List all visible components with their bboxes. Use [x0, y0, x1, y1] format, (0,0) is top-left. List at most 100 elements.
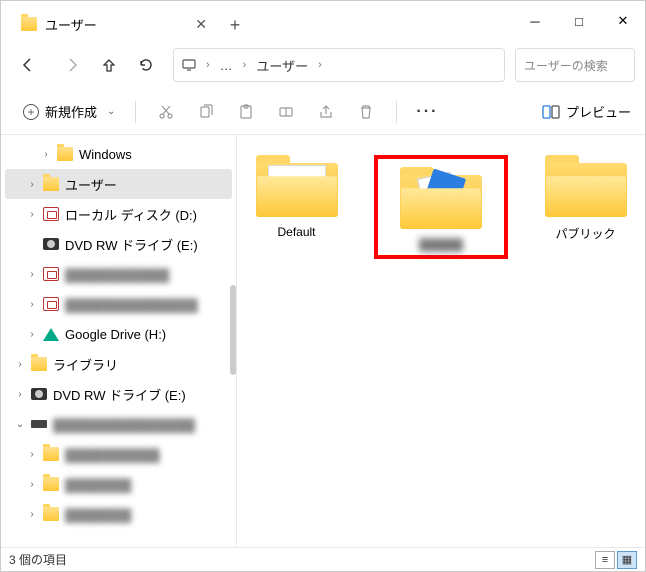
dvd-icon: [43, 238, 59, 250]
up-button[interactable]: [99, 48, 119, 82]
status-bar: 3 個の項目 ≡ ▦: [1, 547, 645, 571]
expand-arrow-icon[interactable]: ›: [27, 479, 37, 490]
new-label: 新規作成: [45, 102, 97, 121]
preview-toggle[interactable]: プレビュー: [542, 102, 631, 121]
tree-item-label: ▓▓▓▓▓▓▓▓▓▓▓▓▓▓▓: [53, 417, 195, 432]
folder-large-icon: [400, 167, 482, 229]
content-pane[interactable]: Default ▓▓▓▓▓ パブリック: [237, 135, 645, 547]
delete-button[interactable]: [348, 95, 384, 129]
expand-arrow-icon[interactable]: ›: [15, 359, 25, 370]
more-button[interactable]: ···: [409, 95, 445, 129]
tree-item[interactable]: › DVD RW ドライブ (E:): [1, 379, 236, 409]
expand-arrow-icon[interactable]: ›: [41, 149, 51, 160]
drive-icon: [43, 297, 59, 311]
expand-arrow-icon[interactable]: ›: [27, 269, 37, 280]
titlebar: ユーザー ✕ + ─ □ ✕: [1, 1, 645, 41]
tree-item-label: ▓▓▓▓▓▓▓: [65, 477, 131, 492]
scrollbar[interactable]: [230, 285, 236, 375]
maximize-button[interactable]: □: [557, 1, 601, 41]
folder-icon: [43, 447, 59, 461]
window-controls: ─ □ ✕: [513, 1, 645, 41]
expand-arrow-icon[interactable]: ›: [27, 329, 37, 340]
breadcrumb[interactable]: › … › ユーザー ›: [173, 48, 505, 82]
chevron-right-icon: ›: [206, 59, 210, 71]
refresh-button[interactable]: [129, 48, 163, 82]
tree-item[interactable]: › ▓▓▓▓▓▓▓▓▓▓▓: [1, 259, 236, 289]
rename-button[interactable]: [268, 95, 304, 129]
folder-icon: [43, 507, 59, 521]
cut-button[interactable]: [148, 95, 184, 129]
folder-icon: [43, 177, 59, 191]
expand-arrow-icon[interactable]: ›: [27, 509, 37, 520]
share-button[interactable]: [308, 95, 344, 129]
view-switcher: ≡ ▦: [595, 551, 637, 569]
window-tab[interactable]: ユーザー ✕: [9, 7, 219, 41]
tree-item-label: DVD RW ドライブ (E:): [53, 385, 186, 404]
new-tab-button[interactable]: +: [219, 9, 251, 41]
tree-item[interactable]: › ▓▓▓▓▓▓▓▓▓▓: [1, 439, 236, 469]
search-placeholder: ユーザーの検索: [524, 57, 608, 74]
drive-icon: [43, 207, 59, 221]
search-input[interactable]: ユーザーの検索: [515, 48, 635, 82]
drive-icon: [43, 267, 59, 281]
copy-button[interactable]: [188, 95, 224, 129]
body: › Windows › ユーザー › ローカル ディスク (D:) DVD RW ドライブ …: [1, 135, 645, 547]
back-button[interactable]: [11, 48, 45, 82]
folder-label: ▓▓▓▓▓: [419, 237, 463, 251]
expand-arrow-icon[interactable]: ›: [27, 299, 37, 310]
chevron-down-icon: ⌄: [107, 106, 115, 117]
tree-item-label: ローカル ディスク (D:): [65, 205, 197, 224]
expand-arrow-icon[interactable]: ›: [27, 179, 37, 190]
new-button[interactable]: + 新規作成 ⌄: [15, 98, 123, 125]
ssd-icon: [31, 420, 47, 428]
separator: [135, 101, 136, 123]
preview-icon: [542, 105, 560, 119]
folder-item[interactable]: パブリック: [538, 155, 633, 242]
folder-icon: [31, 357, 47, 371]
tree-item[interactable]: › ローカル ディスク (D:): [1, 199, 236, 229]
preview-label: プレビュー: [566, 102, 631, 121]
toolbar: + 新規作成 ⌄ ··· プレビュー: [1, 89, 645, 135]
tree-item[interactable]: ›▓▓▓▓▓▓▓▓▓▓▓▓▓▓: [1, 289, 236, 319]
folder-large-icon: [545, 155, 627, 217]
tree-item[interactable]: › ▓▓▓▓▓▓▓: [1, 469, 236, 499]
tree-item[interactable]: › ライブラリ: [1, 349, 236, 379]
chevron-right-icon: ›: [243, 59, 247, 71]
tree-item-label: ユーザー: [65, 175, 117, 194]
breadcrumb-segment[interactable]: ユーザー: [256, 56, 308, 75]
breadcrumb-ellipsis[interactable]: …: [220, 58, 233, 73]
folder-icon: [43, 477, 59, 491]
tree-item[interactable]: › ユーザー: [5, 169, 232, 199]
tree-item[interactable]: DVD RW ドライブ (E:): [1, 229, 236, 259]
icons-view-button[interactable]: ▦: [617, 551, 637, 569]
forward-button[interactable]: [55, 48, 89, 82]
tree-item[interactable]: › ▓▓▓▓▓▓▓: [1, 499, 236, 529]
expand-arrow-icon[interactable]: ⌄: [15, 419, 25, 430]
tree-item-label: Google Drive (H:): [65, 327, 166, 342]
expand-arrow-icon[interactable]: ›: [15, 389, 25, 400]
navbar: › … › ユーザー › ユーザーの検索: [1, 41, 645, 89]
tree-item-label: ▓▓▓▓▓▓▓▓▓▓▓: [65, 267, 169, 282]
minimize-button[interactable]: ─: [513, 1, 557, 41]
dvd-icon: [31, 388, 47, 400]
details-view-button[interactable]: ≡: [595, 551, 615, 569]
tree-item[interactable]: › Google Drive (H:): [1, 319, 236, 349]
close-tab-icon[interactable]: ✕: [195, 16, 207, 33]
close-window-button[interactable]: ✕: [601, 1, 645, 41]
expand-arrow-icon[interactable]: ›: [27, 449, 37, 460]
sidebar[interactable]: › Windows › ユーザー › ローカル ディスク (D:) DVD RW ドライブ …: [1, 135, 237, 547]
folder-item[interactable]: ▓▓▓▓▓: [386, 167, 496, 251]
folder-item[interactable]: Default: [249, 155, 344, 239]
expand-arrow-icon[interactable]: ›: [27, 209, 37, 220]
tab-title: ユーザー: [45, 15, 97, 34]
tree-item[interactable]: › Windows: [1, 139, 236, 169]
tree-item-label: ▓▓▓▓▓▓▓: [65, 507, 131, 522]
tree-item-label: ▓▓▓▓▓▓▓▓▓▓: [65, 447, 160, 462]
tree-item-label: ライブラリ: [53, 355, 118, 374]
folder-icon: [57, 147, 73, 161]
tree-item-label: DVD RW ドライブ (E:): [65, 235, 198, 254]
tree-item-label: Windows: [79, 147, 132, 162]
tree-item[interactable]: ⌄ ▓▓▓▓▓▓▓▓▓▓▓▓▓▓▓: [1, 409, 236, 439]
folder-label: パブリック: [555, 225, 615, 242]
paste-button[interactable]: [228, 95, 264, 129]
